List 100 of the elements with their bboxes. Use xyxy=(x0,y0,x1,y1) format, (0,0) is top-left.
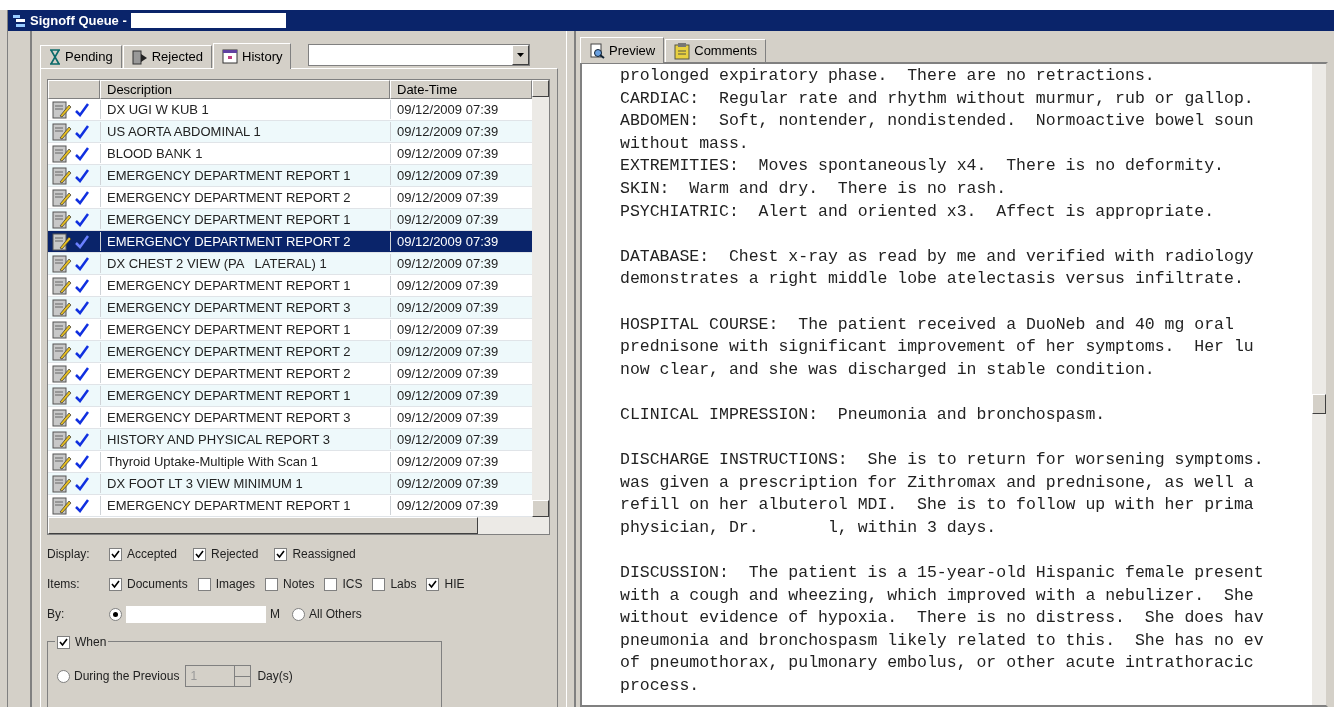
table-row[interactable]: HISTORY AND PHYSICAL REPORT 3 09/12/2009 07:39 xyxy=(48,429,532,451)
tab[interactable]: Pending xyxy=(40,45,122,68)
table-row[interactable]: EMERGENCY DEPARTMENT REPORT 1 09/12/2009 07:39 xyxy=(48,275,532,297)
check-icon xyxy=(75,124,89,139)
user-dropdown[interactable] xyxy=(308,44,531,66)
table-row[interactable]: EMERGENCY DEPARTMENT REPORT 2 09/12/2009 07:39 xyxy=(48,363,532,385)
column-header[interactable] xyxy=(48,80,100,99)
checkbox[interactable] xyxy=(109,577,122,591)
text-line: with a cough and wheezing, which improved with a nebulizer. She xyxy=(620,584,1255,607)
check-icon xyxy=(75,234,89,249)
table-row[interactable]: EMERGENCY DEPARTMENT REPORT 1 09/12/2009 07:39 xyxy=(48,209,532,231)
table-cell: DX FOOT LT 3 VIEW MINIMUM 1 xyxy=(100,473,390,494)
table-row[interactable]: EMERGENCY DEPARTMENT REPORT 1 09/12/2009 07:39 xyxy=(48,495,532,517)
checkbox-option[interactable]: Reassigned xyxy=(274,545,356,563)
checkbox-option[interactable]: HIE xyxy=(426,575,465,593)
text-line: physician, Dr. l, within 3 days. xyxy=(620,516,998,539)
tab[interactable]: Comments xyxy=(665,39,767,62)
table-row[interactable]: DX CHEST 2 VIEW (PA LATERAL) 1 09/12/2009 07:39 xyxy=(48,253,532,275)
vertical-scrollbar[interactable] xyxy=(1312,64,1326,705)
document-pen-icon xyxy=(52,364,72,383)
tick-icon xyxy=(111,549,120,559)
table-cell: EMERGENCY DEPARTMENT REPORT 3 xyxy=(100,297,390,318)
check-icon xyxy=(75,256,89,271)
tab[interactable]: History xyxy=(213,43,292,69)
check-icon xyxy=(75,454,89,469)
table-cell: EMERGENCY DEPARTMENT REPORT 2 xyxy=(100,341,390,362)
radio-option[interactable]: All Others xyxy=(292,605,362,623)
text-line: CARDIAC: Regular rate and rhythm without murmur, rub or gallop. xyxy=(620,87,1255,110)
table-row[interactable]: US AORTA ABDOMINAL 1 09/12/2009 07:39 xyxy=(48,121,532,143)
check-icon xyxy=(75,102,89,117)
text-line: SKIN: Warm and dry. There is no rash. xyxy=(620,177,1008,200)
queue-icon xyxy=(12,13,26,28)
notepad-icon xyxy=(674,42,691,60)
check-icon xyxy=(75,410,89,425)
radio-option[interactable]: M xyxy=(109,605,280,623)
document-pen-icon xyxy=(52,386,72,405)
radio-button[interactable] xyxy=(109,607,122,621)
tab[interactable]: Preview xyxy=(580,37,665,63)
text-line: refill on her albuterol MDI. She is to follow up with her prima xyxy=(620,494,1255,517)
table-row[interactable]: EMERGENCY DEPARTMENT REPORT 3 09/12/2009 07:39 xyxy=(48,407,532,429)
table-row[interactable]: EMERGENCY DEPARTMENT REPORT 1 09/12/2009 07:39 xyxy=(48,385,532,407)
text-line: prolonged expiratory phase. There are no retractions. xyxy=(620,65,1156,87)
checkbox[interactable] xyxy=(426,577,440,591)
table-row[interactable]: EMERGENCY DEPARTMENT REPORT 3 09/12/2009 07:39 xyxy=(48,297,532,319)
check-icon xyxy=(75,300,89,315)
checkbox-option[interactable]: Images xyxy=(197,575,256,593)
document-pen-icon xyxy=(52,298,72,317)
tick-icon xyxy=(59,637,68,647)
check-icon xyxy=(75,168,89,183)
document-pen-icon xyxy=(52,210,72,229)
text-line: HOSPITAL COURSE: The patient received a DuoNeb and 40 mg oral xyxy=(620,313,1235,336)
text-line: was given a prescription for Zithromax and prednisone, as well a xyxy=(620,471,1255,494)
table-cell: EMERGENCY DEPARTMENT REPORT 1 xyxy=(100,495,390,516)
checkbox[interactable] xyxy=(193,547,207,561)
checkbox-option[interactable]: Documents xyxy=(109,575,188,593)
checkbox[interactable] xyxy=(197,577,211,591)
table-row[interactable]: EMERGENCY DEPARTMENT REPORT 2 09/12/2009 07:39 xyxy=(48,187,532,209)
hourglass-icon xyxy=(49,49,61,65)
radio-button[interactable] xyxy=(292,607,305,621)
checkbox[interactable] xyxy=(372,577,386,591)
checkbox-option[interactable]: Accepted xyxy=(109,545,178,563)
table-cell: BLOOD BANK 1 xyxy=(100,143,390,164)
tick-icon xyxy=(195,549,205,559)
text-line: demonstrates a right middle lobe atelectasis versus infiltrate. xyxy=(620,268,1245,291)
table-row[interactable]: DX UGI W KUB 1 09/12/2009 07:39 xyxy=(48,99,532,121)
table-row[interactable]: EMERGENCY DEPARTMENT REPORT 2 09/12/2009 07:39 xyxy=(48,341,532,363)
table-row[interactable]: DX FOOT LT 3 VIEW MINIMUM 1 09/12/2009 07:39 xyxy=(48,473,532,495)
checkbox[interactable] xyxy=(274,547,288,561)
checkbox[interactable] xyxy=(109,547,122,561)
checkbox-option[interactable]: Notes xyxy=(265,575,315,593)
splitter[interactable] xyxy=(566,31,576,707)
vertical-scrollbar[interactable] xyxy=(532,80,549,517)
text-line: DISCUSSION: The patient is a 15-year-old Hispanic female present xyxy=(620,562,1265,585)
checkbox-option[interactable]: Labs xyxy=(372,575,417,593)
document-pen-icon xyxy=(52,254,72,273)
checkbox[interactable] xyxy=(324,577,338,591)
checkbox[interactable] xyxy=(265,577,279,591)
table-row[interactable]: EMERGENCY DEPARTMENT REPORT 1 09/12/2009 07:39 xyxy=(48,165,532,187)
checkbox-option[interactable]: Rejected xyxy=(193,545,259,563)
option-label: By: xyxy=(47,606,66,623)
text-line: process. xyxy=(620,675,701,698)
text-line: prednisone with significant improvement of her symptoms. Her lu xyxy=(620,336,1255,359)
table-row[interactable]: EMERGENCY DEPARTMENT REPORT 2 09/12/2009 07:39 xyxy=(48,231,532,253)
table-row[interactable]: BLOOD BANK 1 09/12/2009 07:39 xyxy=(48,143,532,165)
column-header[interactable]: Description xyxy=(100,80,390,99)
text-line: EXTREMITIES: Moves spontaneously x4. There is no deformity. xyxy=(620,155,1225,178)
column-header[interactable]: Date-Time xyxy=(390,80,532,99)
table-cell: EMERGENCY DEPARTMENT REPORT 1 xyxy=(100,319,390,340)
document-pen-icon xyxy=(52,474,72,493)
tab[interactable]: Rejected xyxy=(122,45,213,68)
document-pen-icon xyxy=(52,276,72,295)
check-icon xyxy=(75,388,89,403)
horizontal-scrollbar[interactable] xyxy=(48,517,549,534)
table-row[interactable]: EMERGENCY DEPARTMENT REPORT 1 09/12/2009 07:39 xyxy=(48,319,532,341)
tick-icon xyxy=(276,549,286,559)
document-pen-icon xyxy=(52,408,72,427)
checkbox-option[interactable]: ICS xyxy=(324,575,363,593)
check-icon xyxy=(75,432,89,447)
table-row[interactable]: Thyroid Uptake-Multiple With Scan 1 09/12/2009 07:39 xyxy=(48,451,532,473)
table-cell: EMERGENCY DEPARTMENT REPORT 2 xyxy=(100,363,390,384)
